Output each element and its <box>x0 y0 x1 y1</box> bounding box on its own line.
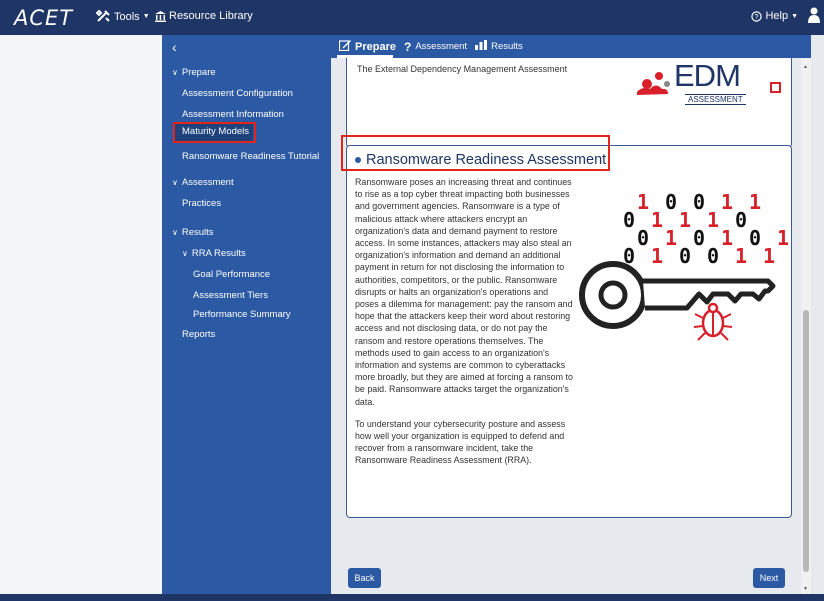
tab-label: Prepare <box>355 40 396 53</box>
scroll-thumb[interactable] <box>803 310 809 572</box>
bug-icon <box>693 302 733 341</box>
user-menu[interactable] <box>808 7 820 23</box>
wizard-tabs: Prepare ? Assessment Results <box>331 35 824 58</box>
tab-prepare[interactable]: Prepare <box>338 39 396 54</box>
left-gutter <box>0 35 162 595</box>
tab-label: Results <box>491 41 523 52</box>
tab-assessment[interactable]: ? Assessment <box>404 40 467 54</box>
edm-description: The External Dependency Management Asses… <box>357 64 568 74</box>
question-icon: ? <box>403 39 412 54</box>
edm-logo-main: EDM <box>674 58 741 93</box>
back-button[interactable]: Back <box>348 568 381 588</box>
sidebar-item-ransomware-tutorial[interactable]: Ransomware Readiness Tutorial <box>182 151 319 162</box>
top-nav-bar: ACET Tools ▼ Resource Library ? Help ▼ <box>0 0 824 35</box>
rra-title-highlight <box>341 135 610 171</box>
sidebar-item-label: Results <box>181 227 214 238</box>
scroll-up-icon[interactable]: ▲ <box>803 64 808 70</box>
chevron-down-icon: ∨ <box>172 178 178 187</box>
bottom-strip <box>0 594 824 601</box>
resource-library-label: Resource Library <box>169 10 253 22</box>
sidebar-item-label: Prepare <box>181 67 216 78</box>
rra-paragraph-1: Ransomware poses an increasing threat an… <box>355 177 573 407</box>
help-icon: ? <box>751 10 763 22</box>
acet-logo[interactable]: ACET <box>14 6 73 30</box>
chevron-down-icon: ∨ <box>182 249 188 258</box>
sidebar-item-assessment-tiers[interactable]: Assessment Tiers <box>193 290 268 301</box>
next-button[interactable]: Next <box>753 568 785 588</box>
tab-results[interactable]: Results <box>475 40 523 53</box>
tools-menu[interactable]: Tools ▼ <box>96 10 150 23</box>
sidebar-item-performance-summary[interactable]: Performance Summary <box>193 309 291 320</box>
tools-label: Tools <box>114 10 140 23</box>
help-label: Help <box>765 10 789 22</box>
sidebar-item-assessment-configuration[interactable]: Assessment Configuration <box>182 88 293 99</box>
chevron-down-icon: ∨ <box>172 228 178 237</box>
ransomware-key-illustration: 1001101110010101010011 <box>573 190 789 380</box>
right-gutter <box>811 35 824 594</box>
chevron-down-icon: ▼ <box>142 13 150 20</box>
sidebar-item-rra-results[interactable]: ∨ RRA Results <box>182 248 246 259</box>
main-scrollbar[interactable]: ▲ ▼ <box>801 58 811 594</box>
collapse-sidebar-button[interactable]: ‹ <box>172 39 177 55</box>
rra-description: Ransomware poses an increasing threat an… <box>355 176 573 477</box>
chart-icon <box>475 40 488 53</box>
sidebar-item-label: RRA Results <box>191 248 246 259</box>
tools-icon <box>96 10 111 23</box>
sidebar-nav: ‹ ∨ Prepare Assessment Configuration Asse… <box>162 35 331 594</box>
sidebar-item-prepare[interactable]: ∨ Prepare <box>172 67 216 78</box>
chevron-down-icon: ▼ <box>791 12 798 20</box>
rra-card[interactable]: Ransomware Readiness Assessment Ransomwa… <box>346 145 792 518</box>
rra-paragraph-2: To understand your cybersecurity posture… <box>355 418 566 466</box>
library-icon <box>155 10 166 22</box>
main-content: Prepare ? Assessment Results The Externa… <box>331 35 824 594</box>
sidebar-item-goal-performance[interactable]: Goal Performance <box>193 269 270 280</box>
tab-label: Assessment <box>415 41 468 52</box>
key-icon <box>579 261 776 341</box>
sidebar-item-assessment-information[interactable]: Assessment Information <box>182 109 284 120</box>
sidebar-item-assessment[interactable]: ∨ Assessment <box>172 177 234 188</box>
help-menu[interactable]: ? Help ▼ <box>751 10 798 22</box>
edm-logo-sub: ASSESSMENT <box>685 94 746 105</box>
user-icon <box>808 7 820 23</box>
chevron-down-icon: ∨ <box>172 68 178 77</box>
sidebar-item-label: Assessment <box>181 177 234 188</box>
maturity-models-highlight <box>173 122 256 143</box>
svg-text:?: ? <box>755 14 759 21</box>
scroll-down-icon[interactable]: ▼ <box>803 586 808 592</box>
sidebar-item-practices[interactable]: Practices <box>182 198 221 209</box>
sidebar-item-reports[interactable]: Reports <box>182 329 215 340</box>
sidebar-item-results[interactable]: ∨ Results <box>172 227 214 238</box>
edit-icon <box>338 39 351 54</box>
resource-library-link[interactable]: Resource Library <box>155 10 253 22</box>
